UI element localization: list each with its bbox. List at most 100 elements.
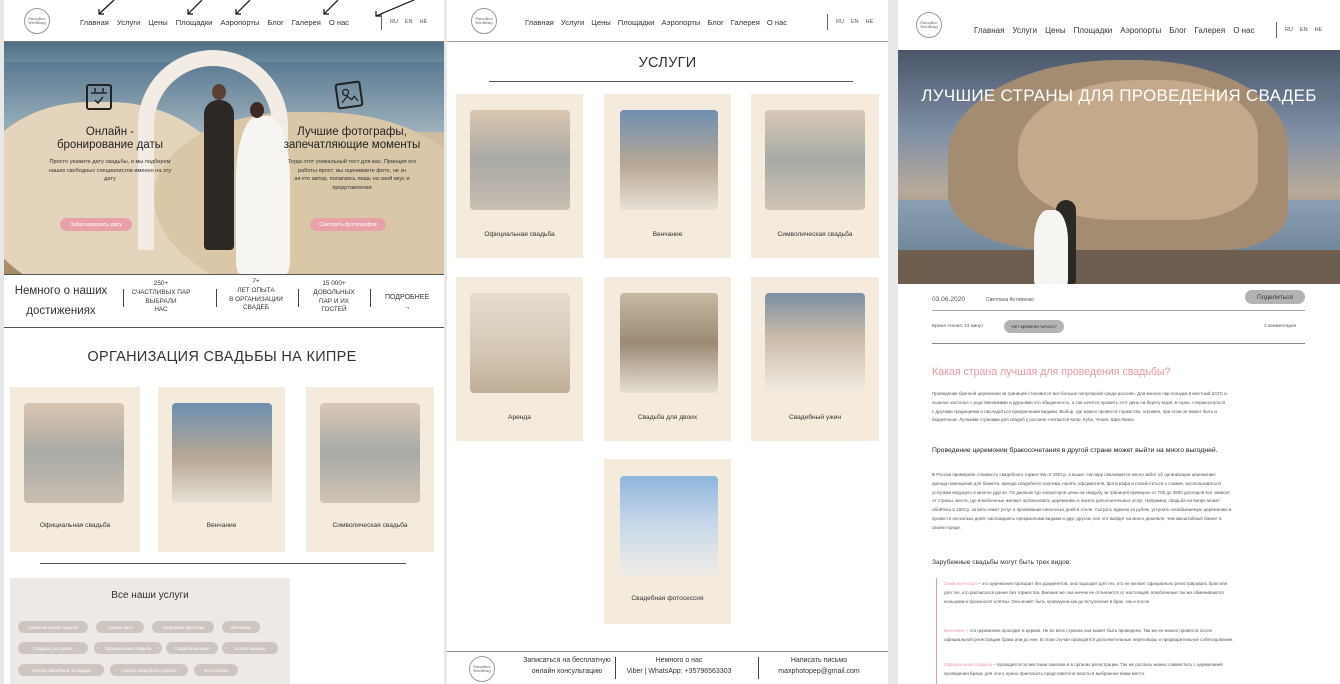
home-page-screenshot: Paradise Wedding Главная Услуги Цены Пло… — [4, 0, 444, 684]
about-link[interactable]: Немного о нас — [625, 655, 733, 666]
title-divider — [489, 81, 853, 82]
nav-gallery[interactable]: Галерея — [1195, 26, 1226, 35]
calendar-icon — [86, 84, 112, 110]
nav-airports[interactable]: Аэропорты — [1120, 26, 1161, 35]
nav-venues[interactable]: Площадки — [618, 18, 655, 27]
service-tag[interactable]: Услуги аренды — [222, 642, 278, 654]
site-logo[interactable]: Paradise Wedding — [471, 8, 497, 34]
email-link[interactable]: maxphotopep@gmail.com — [763, 666, 875, 677]
logo-text: Wedding — [28, 20, 46, 25]
card-photo — [470, 293, 570, 393]
nav-services[interactable]: Услуги — [561, 18, 584, 27]
article-paragraph: Проведение брачной церемонии за границей… — [932, 391, 1227, 423]
service-tag[interactable]: Свадьба для двоих — [18, 642, 88, 654]
card-label: Аренда — [508, 414, 531, 421]
nav-venues[interactable]: Площадки — [1074, 26, 1113, 35]
service-card-wedding[interactable]: Венчание — [158, 387, 285, 552]
feature1-text: Просто укажите дату свадьбы, и мы подбер… — [48, 159, 172, 183]
lang-en[interactable]: EN — [851, 19, 859, 25]
footer-contacts: Немного о нас Viber | WhatsApp: +3579656… — [625, 655, 733, 677]
arrow-right-icon: → — [403, 303, 411, 311]
nav-prices[interactable]: Цены — [591, 18, 611, 27]
view-photographers-button[interactable]: Смотреть фотографов — [310, 218, 386, 231]
divider — [123, 289, 124, 307]
achievements-title: Немного о наших достижениях — [14, 285, 108, 318]
phone-link[interactable]: Viber | WhatsApp: +35796563303 — [625, 666, 733, 677]
service-card-for-two[interactable]: Свадьба для двоих — [604, 277, 731, 441]
card-label: Свадьба для двоих — [637, 414, 698, 421]
lang-en[interactable]: EN — [1300, 27, 1308, 33]
lang-he[interactable]: HE — [1315, 27, 1323, 33]
lang-ru[interactable]: RU — [1285, 27, 1293, 33]
site-header: Paradise Wedding Главная Услуги Цены Пло… — [4, 0, 444, 42]
all-services-title: Все наши услуги — [111, 590, 189, 601]
section-title: ОРГАНИЗАЦИЯ СВАДЬБЫ НА КИПРЕ — [87, 349, 357, 365]
card-label: Символическая свадьба — [777, 231, 853, 238]
more-link[interactable]: Подробнее → — [376, 293, 438, 312]
site-logo[interactable]: Paradise Wedding — [916, 12, 942, 38]
service-card-rent[interactable]: Аренда — [456, 277, 583, 441]
logo-text: Wedding — [473, 668, 491, 673]
logo-text: Wedding — [920, 24, 938, 29]
site-footer: Paradise Wedding Записаться на бесплатну… — [447, 651, 888, 684]
share-button[interactable]: Поделиться — [1245, 290, 1305, 304]
feature2-title: Лучшие фотографы, запечатляющие моменты — [283, 126, 421, 151]
article-date: 03.06.2020 — [932, 296, 966, 303]
lang-ru[interactable]: RU — [836, 19, 844, 25]
service-tag[interactable]: Венчание — [222, 621, 260, 633]
article-author[interactable]: Светлана Астапенко — [986, 297, 1034, 303]
card-photo — [470, 110, 570, 210]
no-time-button[interactable]: Нет времени читать? — [1004, 320, 1064, 333]
service-tag[interactable]: Свадебный ужин — [166, 642, 218, 654]
nav-home[interactable]: Главная — [974, 26, 1004, 35]
service-tag[interactable]: Символическая свадьба — [18, 621, 88, 633]
feature2-text: Тогда этот уникальный тест для вас. Прин… — [287, 159, 417, 191]
card-label: Свадебная фотосессия — [631, 595, 704, 602]
article-heading: Какая страна лучшая для проведения свадь… — [932, 366, 1171, 378]
language-switcher: RU EN HE — [1276, 22, 1322, 38]
nav-about[interactable]: О нас — [767, 18, 787, 27]
card-label: Венчание — [652, 231, 683, 238]
article-subheading: Зарубежные свадьбы могут быть трех видов… — [932, 559, 1072, 566]
service-card-symbolic[interactable]: Символическая свадьба — [306, 387, 434, 552]
divider — [615, 657, 616, 679]
hero-banner: Онлайн - бронирование даты Просто укажит… — [4, 42, 444, 274]
service-card-symbolic[interactable]: Символическая свадьба — [751, 94, 879, 258]
achievements-bar: Немного о наших достижениях 250+ счастлив… — [4, 274, 444, 328]
meta-divider — [932, 343, 1305, 344]
nav-about[interactable]: О нас — [1233, 26, 1254, 35]
nav-blog[interactable]: Блог — [707, 18, 723, 27]
divider — [370, 289, 371, 307]
divider — [216, 289, 217, 307]
nav-prices[interactable]: Цены — [1045, 26, 1066, 35]
service-card-wedding[interactable]: Венчание — [604, 94, 731, 258]
nav-gallery[interactable]: Галерея — [731, 18, 760, 27]
service-tag[interactable]: Официальная свадьба — [94, 642, 162, 654]
stat-guests: 15 000+ довольных пар и их гостей — [313, 280, 355, 314]
service-card-official[interactable]: Официальная свадьба — [456, 94, 583, 258]
comments-link[interactable]: 2 комментария — [1264, 323, 1296, 328]
service-card-photoshoot[interactable]: Свадебная фотосессия — [604, 459, 731, 624]
card-photo — [320, 403, 420, 503]
divider — [758, 657, 759, 679]
nav-home[interactable]: Главная — [525, 18, 554, 27]
groom-figure — [204, 100, 234, 250]
service-tag[interactable]: Аренда авто — [96, 621, 144, 633]
annotation-arrows — [98, 0, 415, 17]
book-date-button[interactable]: Забронировать дату — [60, 218, 132, 231]
all-services-box: Все наши услуги Символическая свадьба Ар… — [10, 578, 290, 684]
service-tag[interactable]: Аренда свадебного декора — [110, 664, 188, 676]
nav-blog[interactable]: Блог — [1169, 26, 1186, 35]
stat-experience: 7+ лет опыта в организации свадеб — [229, 278, 283, 312]
service-tag[interactable]: Свадебная прическа — [152, 621, 214, 633]
nav-airports[interactable]: Аэропорты — [661, 18, 700, 27]
card-label: Свадебный ужин — [788, 414, 842, 421]
service-card-dinner[interactable]: Свадебный ужин — [751, 277, 879, 441]
card-photo — [620, 293, 718, 393]
lang-he[interactable]: HE — [866, 19, 874, 25]
service-card-official[interactable]: Официальная свадьба — [10, 387, 140, 552]
read-time: Время чтения: 13 минут — [932, 323, 984, 328]
service-tag[interactable]: Фотосъемка — [194, 664, 238, 676]
service-tag[interactable]: Аренда свадебной площадки — [18, 664, 104, 676]
nav-services[interactable]: Услуги — [1012, 26, 1037, 35]
